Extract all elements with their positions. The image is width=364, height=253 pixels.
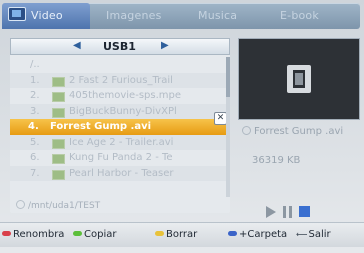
category-menu-bar: Video Imagenes Musica E-book	[2, 3, 360, 29]
rename-label: Renombra	[13, 229, 65, 240]
file-number: 3.	[30, 105, 40, 117]
video-file-icon	[52, 154, 65, 164]
tab-ebook-label: E-book	[280, 9, 319, 22]
video-file-icon	[52, 92, 65, 102]
file-number: 4.	[28, 121, 39, 132]
delete-label: Borrar	[166, 229, 198, 240]
tab-imagenes-label: Imagenes	[106, 9, 162, 22]
video-preview	[238, 38, 360, 120]
file-row[interactable]: 3. BigBuckBunny-DivXPl	[10, 103, 230, 119]
film-icon	[287, 65, 311, 93]
selected-file-name: Forrest Gump .avi	[254, 126, 344, 137]
selected-file-info: Forrest Gump .avi	[242, 126, 343, 137]
path-text: /mnt/uda1/TEST	[28, 201, 101, 211]
pause-icon[interactable]	[283, 206, 292, 218]
disc-icon	[16, 200, 25, 209]
selected-file-size: 36319 KB	[252, 155, 301, 166]
device-name: USB1	[103, 40, 136, 53]
copy-label: Copiar	[84, 229, 117, 240]
device-selector[interactable]: ◀ USB1 ▶	[10, 38, 230, 55]
file-name: 2 Fast 2 Furious_Trail	[69, 74, 173, 86]
file-row[interactable]: 1. 2 Fast 2 Furious_Trail	[10, 72, 230, 88]
new-folder-label: +Carpeta	[239, 229, 288, 240]
tab-musica[interactable]: Musica	[198, 3, 262, 29]
copy-button[interactable]: Copiar	[73, 223, 116, 247]
new-folder-button[interactable]: +Carpeta	[228, 223, 287, 247]
tab-imagenes[interactable]: Imagenes	[106, 3, 184, 29]
next-device-arrow-icon[interactable]: ▶	[161, 40, 169, 51]
tv-icon	[8, 7, 26, 21]
playback-controls	[266, 205, 326, 219]
file-list: /.. 1. 2 Fast 2 Furious_Trail 2. 405them…	[10, 57, 230, 181]
file-row[interactable]: 2. 405themovie-sps.mpe	[10, 88, 230, 104]
tab-video-label: Video	[31, 9, 63, 22]
play-icon[interactable]	[266, 206, 276, 218]
previous-device-arrow-icon[interactable]: ◀	[73, 40, 81, 51]
file-name: Kung Fu Panda 2 - Te	[69, 152, 173, 163]
exit-label: Salir	[308, 229, 331, 240]
file-name: Forrest Gump .avi	[50, 121, 152, 132]
video-file-icon	[52, 138, 65, 149]
file-number: /..	[30, 59, 40, 70]
file-number: 1.	[30, 74, 40, 86]
green-key-icon	[73, 231, 82, 236]
file-row-selected[interactable]: 4. Forrest Gump .avi	[10, 119, 230, 135]
blue-key-icon	[228, 231, 237, 236]
video-file-icon	[52, 107, 65, 118]
current-path: /mnt/uda1/TEST	[16, 200, 100, 211]
media-player-screen: Video Imagenes Musica E-book ◀ USB1 ▶ /.…	[0, 0, 364, 253]
file-number: 2.	[30, 90, 40, 101]
exit-button[interactable]: ⟵Salir	[296, 223, 331, 247]
file-name: Pearl Harbor - Teaser	[69, 167, 174, 179]
disc-icon	[242, 126, 251, 135]
tab-ebook[interactable]: E-book	[280, 3, 350, 29]
file-row[interactable]: 7. Pearl Harbor - Teaser	[10, 165, 230, 181]
video-file-icon	[52, 76, 65, 87]
parent-folder-row[interactable]: /..	[10, 57, 230, 73]
yellow-key-icon	[155, 231, 164, 236]
back-key-icon: ⟵	[296, 230, 308, 239]
tab-video[interactable]: Video	[2, 3, 90, 29]
rename-button[interactable]: Renombra	[2, 223, 64, 247]
delete-button[interactable]: Borrar	[155, 223, 197, 247]
video-file-icon	[52, 169, 65, 180]
red-key-icon	[2, 231, 11, 236]
scrollbar-thumb[interactable]	[226, 57, 230, 97]
file-browser-panel: ◀ USB1 ▶ /.. 1. 2 Fast 2 Furious_Trail 2…	[10, 38, 230, 213]
file-number: 5.	[30, 136, 40, 148]
file-name: 405themovie-sps.mpe	[69, 90, 182, 101]
file-name: Ice Age 2 - Trailer.avi	[69, 136, 174, 148]
file-number: 7.	[30, 167, 40, 179]
tab-musica-label: Musica	[198, 9, 238, 22]
file-number: 6.	[30, 152, 40, 163]
stop-icon[interactable]	[299, 206, 310, 217]
file-row[interactable]: 6. Kung Fu Panda 2 - Te	[10, 150, 230, 166]
scrollbar[interactable]	[226, 57, 230, 197]
file-name: BigBuckBunny-DivXPl	[69, 105, 177, 117]
file-row[interactable]: 5. Ice Age 2 - Trailer.avi	[10, 134, 230, 150]
help-bar: Renombra Copiar Borrar +Carpeta ⟵Salir	[0, 222, 364, 247]
